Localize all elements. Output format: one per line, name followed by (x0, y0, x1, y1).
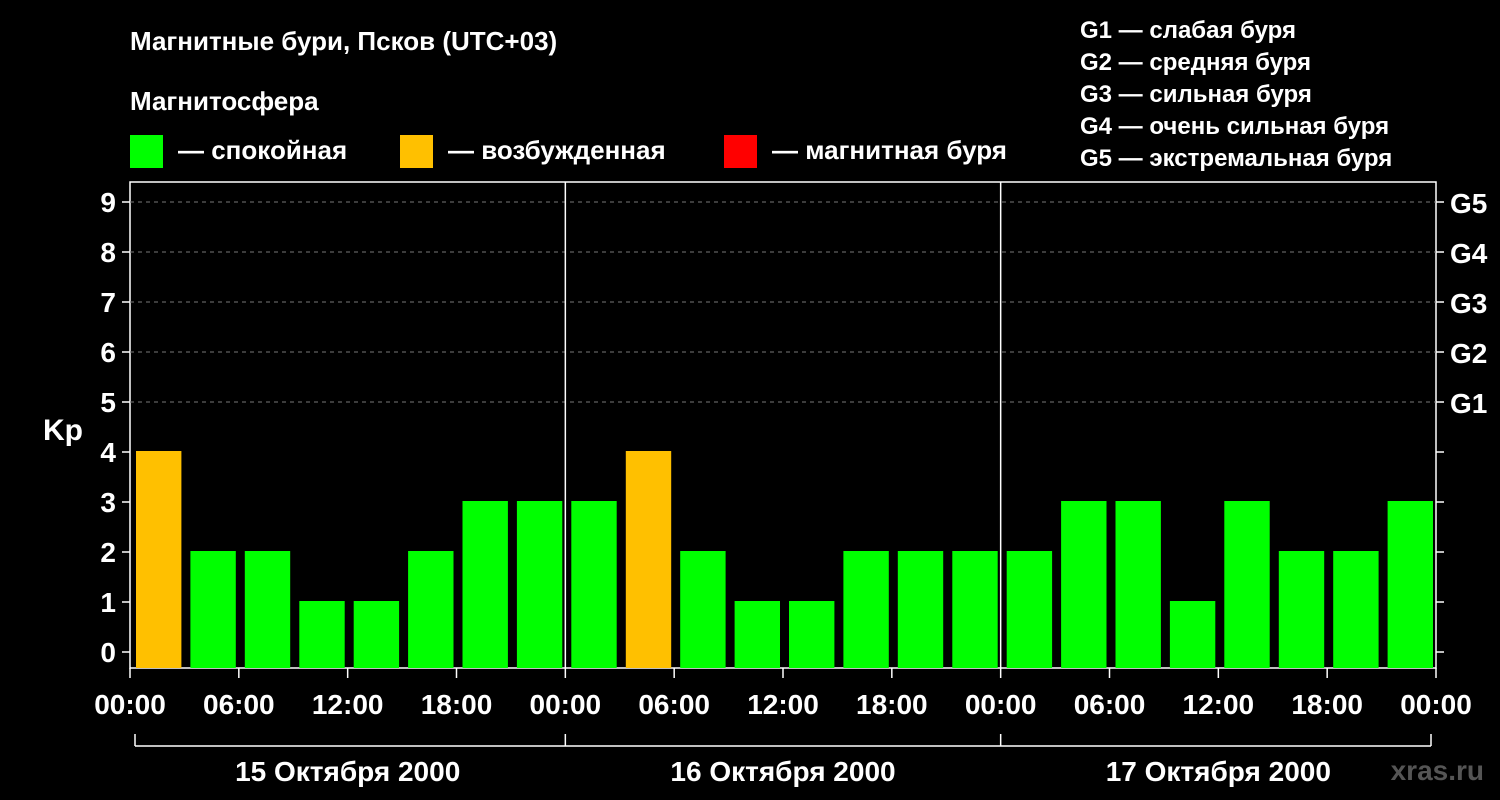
x-tick-label: 12:00 (747, 689, 819, 720)
legend-heading: Магнитосфера (130, 86, 319, 116)
y-tick-label: 2 (100, 537, 116, 568)
kp-bar (516, 501, 563, 668)
x-tick-label: 12:00 (1183, 689, 1255, 720)
day-label: 16 Октября 2000 (670, 756, 895, 787)
x-tick-label: 06:00 (638, 689, 710, 720)
kp-bar (1387, 501, 1433, 668)
legend-label-storm: — магнитная буря (772, 135, 1007, 165)
kp-bar (1169, 601, 1216, 668)
g-level-label: G1 (1450, 388, 1487, 419)
watermark: xras.ru (1391, 755, 1484, 786)
legend-swatch-quiet (130, 135, 163, 168)
kp-bar (1115, 501, 1161, 668)
g-legend-g1: G1 — слабая буря (1080, 17, 1296, 44)
kp-bar (1006, 551, 1053, 668)
y-tick-label: 6 (100, 337, 116, 368)
kp-bar (299, 601, 345, 668)
g-legend-g2: G2 — средняя буря (1080, 49, 1311, 76)
kp-bar (789, 601, 835, 668)
kp-bar (1224, 501, 1270, 668)
y-tick-label: 4 (100, 437, 116, 468)
x-tick-label: 00:00 (94, 689, 166, 720)
y-tick-label: 8 (100, 237, 116, 268)
g-legend-g3: G3 — сильная буря (1080, 81, 1312, 108)
g-level-label: G3 (1450, 288, 1487, 319)
x-tick-label: 06:00 (203, 689, 275, 720)
y-tick-label: 5 (100, 387, 116, 418)
day-label: 17 Октября 2000 (1106, 756, 1331, 787)
kp-bar (353, 601, 400, 668)
kp-bar (897, 551, 944, 668)
kp-bar (680, 551, 726, 668)
kp-bar (462, 501, 508, 668)
x-tick-label: 00:00 (530, 689, 602, 720)
kp-bar (571, 501, 617, 668)
y-tick-label: 3 (100, 487, 116, 518)
x-tick-label: 18:00 (1291, 689, 1363, 720)
legend-label-quiet: — спокойная (178, 135, 347, 165)
x-tick-label: 18:00 (421, 689, 493, 720)
kp-bar (625, 451, 672, 668)
g-level-label: G5 (1450, 188, 1487, 219)
x-tick-label: 06:00 (1074, 689, 1146, 720)
x-tick-label: 00:00 (1400, 689, 1472, 720)
g-legend-g4: G4 — очень сильная буря (1080, 113, 1389, 140)
chart-title: Магнитные бури, Псков (UTC+03) (130, 26, 557, 56)
g-legend-g5: G5 — экстремальная буря (1080, 145, 1392, 172)
kp-bar (1333, 551, 1379, 668)
kp-chart: Магнитные бури, Псков (UTC+03) Магнитосф… (0, 0, 1500, 800)
kp-bar (244, 551, 291, 668)
kp-bar (136, 451, 182, 668)
y-tick-label: 1 (100, 587, 116, 618)
x-tick-label: 12:00 (312, 689, 384, 720)
kp-bar (190, 551, 236, 668)
kp-bar (1278, 551, 1325, 668)
g-level-label: G4 (1450, 238, 1488, 269)
g-level-label: G2 (1450, 338, 1487, 369)
kp-bar (734, 601, 780, 668)
y-tick-label: 9 (100, 187, 116, 218)
x-tick-label: 18:00 (856, 689, 928, 720)
x-tick-label: 00:00 (965, 689, 1037, 720)
y-tick-label: 0 (100, 637, 116, 668)
y-tick-label: 7 (100, 287, 116, 318)
kp-bar (843, 551, 889, 668)
legend-swatch-storm (724, 135, 757, 168)
day-label: 15 Октября 2000 (235, 756, 460, 787)
kp-bar (408, 551, 454, 668)
legend-swatch-active (400, 135, 433, 168)
kp-bar (952, 551, 998, 668)
legend-label-active: — возбужденная (448, 135, 666, 165)
y-axis-label: Kp (43, 414, 83, 447)
kp-bar (1061, 501, 1107, 668)
